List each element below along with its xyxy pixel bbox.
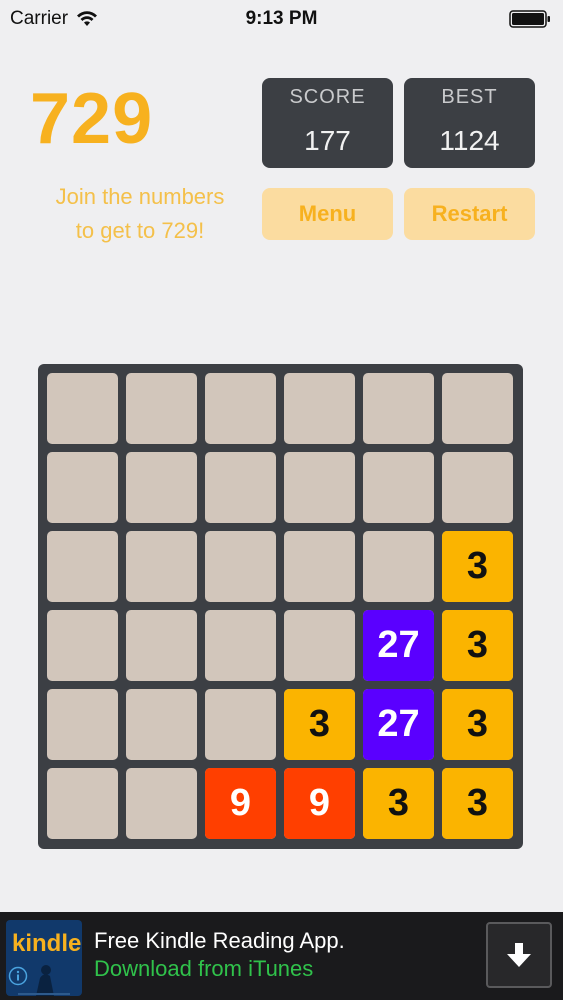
kindle-logo-text: kindle	[12, 930, 82, 957]
board-cell	[284, 531, 355, 602]
board-cell	[205, 373, 276, 444]
ad-subtitle[interactable]: Download from iTunes	[94, 956, 313, 982]
game-subtitle: Join the numbers to get to 729!	[30, 180, 250, 248]
best-box: BEST 1124	[404, 78, 535, 168]
status-bar: Carrier 9:13 PM	[0, 0, 563, 38]
game-board[interactable]: 3 27 3 3 27 3 9 9 3 3	[38, 364, 523, 849]
board-cell	[47, 768, 118, 839]
board-cell	[126, 452, 197, 523]
tile-3: 3	[442, 531, 513, 602]
board-cell	[284, 610, 355, 681]
info-icon[interactable]	[8, 966, 28, 986]
score-value: 177	[304, 125, 351, 156]
status-time: 9:13 PM	[245, 8, 318, 29]
download-button[interactable]	[486, 922, 552, 988]
board-cell	[47, 531, 118, 602]
board-cell	[363, 373, 434, 444]
board-cell	[205, 610, 276, 681]
score-label: SCORE	[289, 86, 366, 108]
tile-3: 3	[284, 689, 355, 760]
board-cell	[363, 531, 434, 602]
board-cell	[126, 768, 197, 839]
board-cell	[205, 452, 276, 523]
board-cell	[126, 610, 197, 681]
game-title: 729	[30, 79, 154, 159]
board-cell	[47, 610, 118, 681]
board-cell	[363, 452, 434, 523]
board-cell	[47, 373, 118, 444]
score-box: SCORE 177	[262, 78, 393, 168]
board-cell	[47, 689, 118, 760]
tile-3: 3	[363, 768, 434, 839]
tile-3: 3	[442, 768, 513, 839]
subtitle-line-1: Join the numbers	[55, 184, 225, 209]
tile-9: 9	[284, 768, 355, 839]
board-cell	[284, 452, 355, 523]
board-cell	[47, 452, 118, 523]
board-cell	[126, 531, 197, 602]
tile-27: 27	[363, 689, 434, 760]
tile-27: 27	[363, 610, 434, 681]
best-value: 1124	[439, 125, 500, 156]
tile-3: 3	[442, 610, 513, 681]
board-cell	[442, 373, 513, 444]
download-arrow-icon	[507, 943, 531, 967]
ad-title[interactable]: Free Kindle Reading App.	[94, 928, 345, 954]
board-cell	[205, 689, 276, 760]
menu-button[interactable]: Menu	[262, 188, 393, 240]
tile-9: 9	[205, 768, 276, 839]
subtitle-line-2: to get to 729!	[75, 218, 205, 243]
battery-icon	[509, 10, 550, 28]
board-cell	[126, 373, 197, 444]
best-label: BEST	[441, 86, 498, 108]
board-cell	[205, 531, 276, 602]
board-cell	[126, 689, 197, 760]
board-cell	[284, 373, 355, 444]
tile-3: 3	[442, 689, 513, 760]
board-cell	[442, 452, 513, 523]
restart-button[interactable]: Restart	[404, 188, 535, 240]
